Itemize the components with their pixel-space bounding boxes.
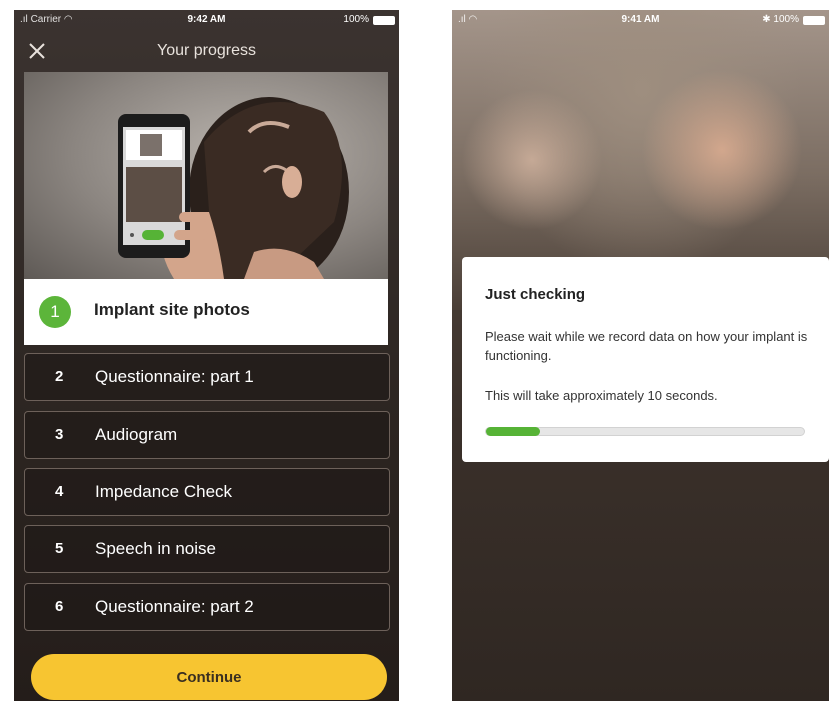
step-label: Speech in noise — [95, 539, 216, 558]
step-item[interactable]: 5 Speech in noise — [24, 525, 390, 573]
step-item-active[interactable]: 1 Implant site photos — [24, 279, 388, 345]
step-label: Implant site photos — [94, 300, 250, 319]
continue-button[interactable]: Continue — [31, 654, 387, 700]
step-item[interactable]: 4 Impedance Check — [24, 468, 390, 516]
progress-fill — [486, 427, 541, 436]
status-time: 9:42 AM — [187, 14, 226, 25]
dialog-message: Please wait while we record data on how … — [485, 329, 808, 363]
bluetooth-icon: ✱ — [762, 14, 774, 25]
status-battery-text: 100% — [343, 14, 369, 25]
status-bar: .ıl ◠ 9:41 AM ✱ 100% — [452, 10, 829, 32]
hero-photo — [24, 72, 388, 279]
checking-screen: .ıl ◠ 9:41 AM ✱ 100% Just checking Pleas… — [452, 10, 829, 701]
page-title: Your progress — [156, 42, 257, 59]
step-number: 5 — [55, 540, 64, 557]
step-label: Questionnaire: part 2 — [95, 597, 254, 616]
progress-bar — [485, 427, 805, 436]
dialog-title: Just checking — [485, 286, 586, 303]
dialog-duration: This will take approximately 10 seconds. — [485, 388, 718, 403]
checking-dialog: Just checking Please wait while we recor… — [462, 257, 829, 462]
step-item[interactable]: 3 Audiogram — [24, 411, 390, 459]
step-number: 3 — [55, 426, 64, 443]
photo-illustration — [118, 97, 349, 279]
step-number: 4 — [55, 483, 64, 500]
step-number: 6 — [55, 598, 64, 615]
battery-icon — [803, 16, 825, 25]
step-label: Audiogram — [95, 425, 178, 444]
battery-icon — [373, 16, 395, 25]
step-item[interactable]: 2 Questionnaire: part 1 — [24, 353, 390, 401]
status-bar: .ıl Carrier ◠ 9:42 AM 100% — [14, 10, 399, 32]
step-number-badge: 1 — [39, 296, 71, 328]
step-item[interactable]: 6 Questionnaire: part 2 — [24, 583, 390, 631]
progress-screen: .ıl Carrier ◠ 9:42 AM 100% Your progress — [14, 10, 399, 701]
step-label: Impedance Check — [95, 482, 233, 501]
step-number: 2 — [55, 368, 64, 385]
nav-bar: Your progress — [14, 32, 399, 72]
status-battery-text: ✱ 100% — [762, 14, 799, 25]
step-label: Questionnaire: part 1 — [95, 367, 254, 386]
